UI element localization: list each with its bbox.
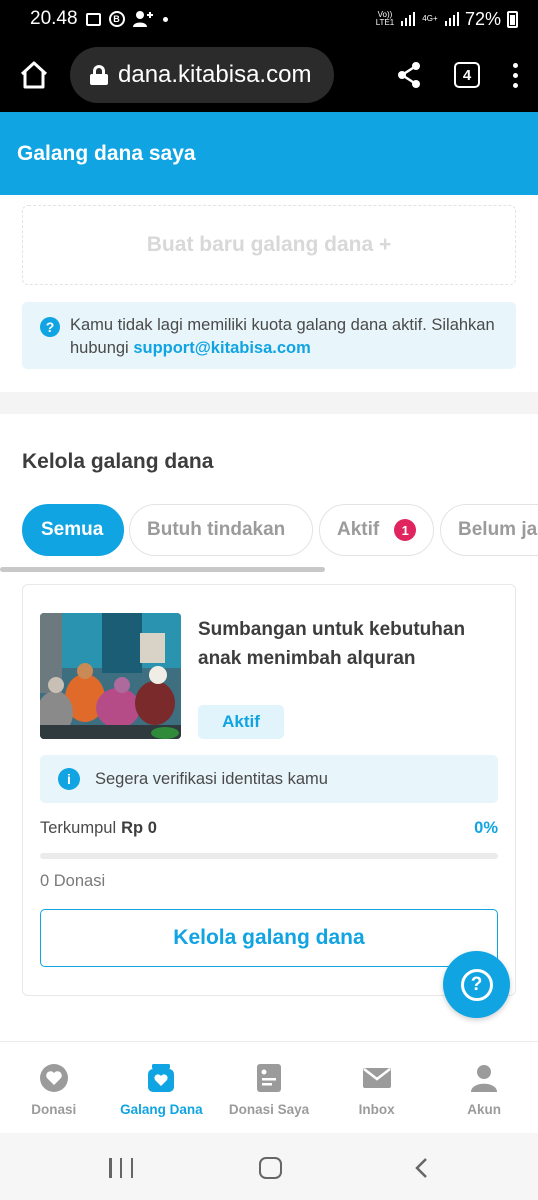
url-text: dana.kitabisa.com bbox=[118, 61, 312, 88]
tab-aktif[interactable]: Aktif 1 bbox=[319, 504, 434, 556]
progress-bar bbox=[40, 853, 498, 859]
browser-toolbar: dana.kitabisa.com 4 bbox=[0, 38, 538, 112]
battery-percent: 72% bbox=[464, 8, 501, 29]
recents-button[interactable] bbox=[109, 1158, 133, 1178]
status-time: 20.48 bbox=[30, 8, 78, 29]
signal-2-icon bbox=[444, 12, 459, 26]
nav-donasi-saya[interactable]: Donasi Saya bbox=[215, 1042, 323, 1133]
campaign-card[interactable]: Sumbangan untuk kebutuhan anak menimbah … bbox=[22, 584, 516, 996]
manage-campaign-button[interactable]: Kelola galang dana bbox=[40, 909, 498, 967]
tab-label: Semua bbox=[41, 519, 104, 540]
filter-tabs: Semua Butuh tindakan Aktif 1 Belum ja bbox=[22, 504, 538, 556]
home-nav-button[interactable] bbox=[259, 1157, 282, 1179]
support-email-link[interactable]: support@kitabisa.com bbox=[133, 339, 310, 357]
battery-icon bbox=[507, 10, 518, 28]
verify-notice[interactable]: i Segera verifikasi identitas kamu bbox=[40, 755, 498, 803]
question-icon: ? bbox=[40, 317, 60, 337]
status-right: Vo)) LTE1 4G+ 72% bbox=[375, 9, 518, 30]
campaign-photo bbox=[40, 613, 181, 739]
signal-icon bbox=[400, 12, 415, 26]
status-bar: 20.48 B Vo)) LTE1 4G+ 72% bbox=[0, 0, 538, 38]
page-title: Galang dana saya bbox=[17, 141, 196, 165]
tab-label: Butuh tindakan bbox=[147, 519, 286, 540]
campaign-image bbox=[40, 613, 181, 739]
heart-icon bbox=[39, 1063, 69, 1093]
user-icon bbox=[469, 1063, 499, 1093]
tab-count-badge: 1 bbox=[394, 519, 417, 541]
jar-heart-icon bbox=[146, 1063, 176, 1093]
share-icon bbox=[398, 62, 420, 88]
nav-label: Akun bbox=[467, 1102, 502, 1117]
home-icon bbox=[20, 61, 48, 89]
tab-label: Aktif bbox=[337, 519, 380, 540]
donation-count: 0 Donasi bbox=[40, 872, 106, 890]
page-header: Galang dana saya bbox=[0, 112, 538, 195]
mail-icon bbox=[362, 1063, 392, 1093]
nav-label: Galang Dana bbox=[120, 1102, 203, 1117]
nav-inbox[interactable]: Inbox bbox=[323, 1042, 431, 1133]
manage-section-title: Kelola galang dana bbox=[22, 450, 214, 473]
tab-butuh-tindakan[interactable]: Butuh tindakan bbox=[129, 504, 313, 556]
b-app-icon: B bbox=[108, 11, 125, 27]
network-4g-label: 4G+ bbox=[422, 14, 438, 23]
info-icon: i bbox=[58, 768, 80, 790]
progress-percent: 0% bbox=[474, 819, 498, 837]
raised-label: Terkumpul bbox=[40, 819, 117, 837]
volte-label: Vo)) LTE1 bbox=[375, 10, 395, 27]
raised-amount: Rp 0 bbox=[121, 819, 157, 837]
nav-donasi[interactable]: Donasi bbox=[0, 1042, 108, 1133]
notification-dot-icon bbox=[162, 16, 168, 22]
tabs-button[interactable]: 4 bbox=[454, 62, 480, 88]
raised-row: Terkumpul Rp 0 0% bbox=[40, 819, 498, 838]
question-icon: ? bbox=[460, 968, 493, 1001]
address-bar[interactable]: dana.kitabisa.com bbox=[70, 47, 334, 103]
nav-label: Donasi Saya bbox=[228, 1102, 310, 1117]
system-navigation-bar bbox=[0, 1133, 538, 1200]
bottom-navigation: Donasi Galang Dana Donasi Saya Inbox Aku… bbox=[0, 1041, 538, 1133]
verify-notice-text: Segera verifikasi identitas kamu bbox=[95, 769, 328, 788]
help-button[interactable]: ? bbox=[443, 951, 510, 1018]
tabs-scroll-indicator bbox=[0, 567, 325, 572]
share-button[interactable] bbox=[394, 60, 424, 90]
nav-label: Inbox bbox=[358, 1102, 395, 1117]
document-icon bbox=[254, 1063, 284, 1093]
tab-semua[interactable]: Semua bbox=[22, 504, 124, 556]
status-badge: Aktif bbox=[198, 705, 284, 739]
status-left: 20.48 B bbox=[30, 8, 168, 30]
section-divider bbox=[0, 392, 538, 414]
add-user-icon bbox=[132, 11, 153, 27]
tab-belum-jadi[interactable]: Belum ja bbox=[440, 504, 538, 556]
overflow-menu-button[interactable] bbox=[510, 62, 520, 88]
quota-notice: ? Kamu tidak lagi memiliki kuota galang … bbox=[22, 302, 516, 369]
nav-akun[interactable]: Akun bbox=[430, 1042, 538, 1133]
tab-label: Belum ja bbox=[458, 519, 538, 540]
nav-label: Donasi bbox=[31, 1102, 77, 1117]
lock-icon bbox=[90, 65, 108, 85]
nav-galang-dana[interactable]: Galang Dana bbox=[108, 1042, 216, 1133]
create-campaign-button[interactable]: Buat baru galang dana + bbox=[22, 205, 516, 285]
campaign-title[interactable]: Sumbangan untuk kebutuhan anak menimbah … bbox=[198, 615, 498, 673]
gallery-icon bbox=[85, 12, 101, 26]
home-button[interactable] bbox=[18, 59, 50, 91]
back-button[interactable] bbox=[414, 1158, 428, 1178]
